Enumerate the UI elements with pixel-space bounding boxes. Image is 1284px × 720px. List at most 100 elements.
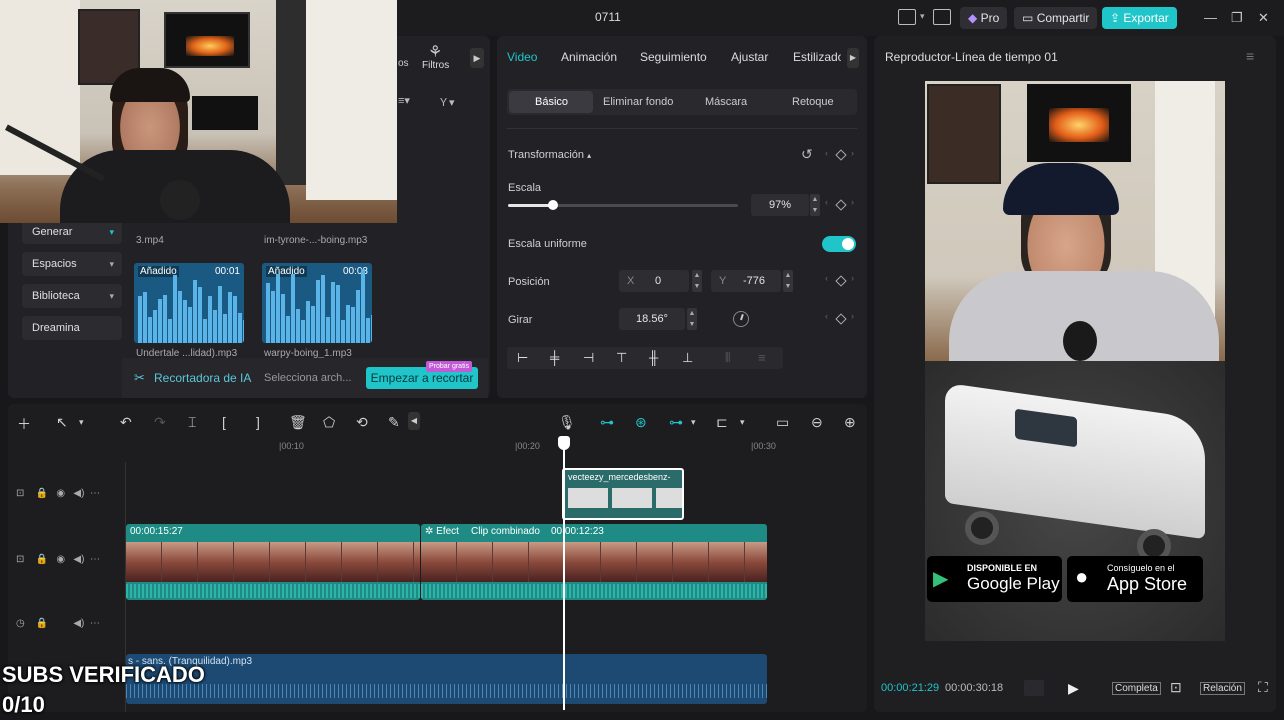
collapse-icon[interactable]: ◀ <box>408 412 420 430</box>
cover-icon[interactable]: ⊡ <box>16 554 24 565</box>
more-icon[interactable]: ⋯ <box>90 618 100 629</box>
main-clip[interactable]: 00:00:15:27 <box>126 524 420 600</box>
keyframe-icon[interactable] <box>835 313 847 325</box>
play-icon[interactable]: ▶ <box>1068 680 1079 697</box>
audio-clip-thumb[interactable]: Añadido 00:03 <box>262 263 372 343</box>
distribute-h-icon[interactable]: ⫴ <box>725 350 730 366</box>
snap-icon[interactable]: ⊶ <box>669 414 683 431</box>
time-ruler[interactable]: |00:10 |00:20 |00:30 <box>125 438 867 454</box>
select-file[interactable]: Selecciona arch... <box>264 372 351 384</box>
lock-icon[interactable]: 🔒 <box>36 488 48 499</box>
position-y-field[interactable]: Y -776 <box>711 270 781 292</box>
layout-icon[interactable] <box>898 9 916 25</box>
export-button[interactable]: ⇪ Exportar <box>1102 7 1177 29</box>
chevron-down-icon[interactable]: ▾ <box>740 417 745 428</box>
tab-partial[interactable]: os <box>398 58 409 69</box>
split-left-icon[interactable]: [ <box>222 414 226 430</box>
caption-icon[interactable]: ▭ <box>776 414 789 431</box>
scale-stepper[interactable]: ▲ ▼ <box>810 194 820 216</box>
position-x-field[interactable]: X0 <box>619 270 689 292</box>
rotate-value[interactable]: 18.56° <box>619 308 685 330</box>
align-left-icon[interactable]: ⊢ <box>517 350 528 366</box>
sidebar-item-espacios[interactable]: Espacios ▾ <box>22 252 122 276</box>
tab-animacion[interactable]: Animación <box>561 50 617 64</box>
maximize-icon[interactable]: ❐ <box>1231 10 1243 26</box>
microphone-icon[interactable]: 🎙 <box>558 414 576 431</box>
keyframe-icon[interactable] <box>835 199 847 211</box>
next-keyframe-icon[interactable]: › <box>851 273 854 283</box>
sidebar-item-generar[interactable]: Generar ▾ <box>22 220 122 244</box>
audio-icon[interactable]: ◀) <box>73 554 84 565</box>
add-track-icon[interactable]: ＋ <box>17 414 31 434</box>
audio-clip[interactable]: s - sans. (Tranquilidad).mp3 <box>126 654 767 704</box>
redo-icon[interactable]: ↷ <box>154 414 166 431</box>
tab-seguimiento[interactable]: Seguimiento <box>640 50 707 64</box>
marker-icon[interactable]: ⬠ <box>323 414 335 431</box>
prev-keyframe-icon[interactable]: ‹ <box>825 148 828 158</box>
prev-keyframe-icon[interactable]: ‹ <box>825 197 828 207</box>
menu-icon[interactable]: ≡ <box>1246 48 1254 64</box>
crop-icon[interactable]: ⟲ <box>356 414 368 431</box>
uniform-scale-toggle[interactable] <box>822 236 856 252</box>
rotation-dial[interactable] <box>733 311 749 327</box>
delete-icon[interactable]: 🗑 <box>289 414 307 431</box>
filter-icon[interactable]: Ｙ▾ <box>438 94 455 110</box>
tab-ajustar[interactable]: Ajustar <box>731 50 768 64</box>
scroll-right-icon[interactable]: ▶ <box>847 48 859 68</box>
next-keyframe-icon[interactable]: › <box>851 148 854 158</box>
preview-screen[interactable]: ▶ DISPONIBLE EN Google Play ● Consíguelo… <box>925 81 1225 641</box>
split-icon[interactable]: ⌶ <box>188 414 196 431</box>
rotate-stepper[interactable]: ▲ ▼ <box>687 308 697 330</box>
distribute-v-icon[interactable]: ≡ <box>758 350 766 365</box>
more-icon[interactable]: ⋯ <box>90 554 100 565</box>
prev-keyframe-icon[interactable]: ‹ <box>825 311 828 321</box>
full-button[interactable]: Completa <box>1112 682 1161 695</box>
sidebar-item-dreamina[interactable]: Dreamina <box>22 316 122 340</box>
split-right-icon[interactable]: ] <box>256 414 260 430</box>
timer-icon[interactable]: ◷ <box>16 618 25 629</box>
scale-slider-knob[interactable] <box>548 200 558 210</box>
eye-icon[interactable]: ◉ <box>56 554 65 565</box>
draw-icon[interactable]: ✎ <box>388 414 400 431</box>
tab-video[interactable]: Video <box>507 50 537 64</box>
next-keyframe-icon[interactable]: › <box>851 311 854 321</box>
select-tool-icon[interactable]: ↖ <box>56 414 68 431</box>
preview-axis-icon[interactable]: ⊏ <box>716 414 728 431</box>
align-center-v-icon[interactable]: ╫ <box>649 350 658 365</box>
fullscreen-icon[interactable]: ⛶ <box>1258 679 1268 696</box>
audio-icon[interactable]: ◀) <box>73 618 84 629</box>
snapshot-icon[interactable]: ⊡ <box>1170 679 1182 696</box>
audio-icon[interactable]: ◀) <box>73 488 84 499</box>
subtab-mascara[interactable]: Máscara <box>705 96 747 108</box>
more-icon[interactable]: ⋯ <box>90 488 100 499</box>
overlay-clip[interactable]: vecteezy_mercedesbenz- <box>562 468 684 520</box>
transform-label[interactable]: Transformación ▴ <box>508 149 591 161</box>
pro-button[interactable]: ◆ Pro <box>960 7 1008 29</box>
reset-icon[interactable]: ↺ <box>801 146 813 163</box>
chevron-down-icon[interactable]: ▾ <box>79 417 84 428</box>
lock-icon[interactable]: 🔒 <box>36 618 48 629</box>
magnet-icon[interactable]: ⊛ <box>635 414 647 431</box>
audio-clip-thumb[interactable]: Añadido 00:01 <box>134 263 244 343</box>
sidebar-item-biblioteca[interactable]: Biblioteca ▾ <box>22 284 122 308</box>
subtab-eliminar-fondo[interactable]: Eliminar fondo <box>603 96 673 108</box>
subtab-basico[interactable]: Básico <box>535 96 568 108</box>
position-y-stepper[interactable]: ▲ ▼ <box>783 270 793 292</box>
eye-icon[interactable]: ◉ <box>56 488 65 499</box>
keyboard-icon[interactable] <box>933 9 951 25</box>
scroll-right-icon[interactable]: ▶ <box>470 48 484 68</box>
position-x-stepper[interactable]: ▲ ▼ <box>692 270 702 292</box>
minimize-icon[interactable]: — <box>1204 10 1217 25</box>
zoom-in-icon[interactable]: ⊕ <box>844 414 856 431</box>
combined-clip[interactable]: ✲ Efect Clip combinado 00:00:12:23 <box>421 524 767 600</box>
subtab-retoque[interactable]: Retoque <box>792 96 834 108</box>
scale-slider-track[interactable] <box>508 200 738 210</box>
zoom-out-icon[interactable]: ⊖ <box>811 414 823 431</box>
close-icon[interactable]: ✕ <box>1258 10 1269 26</box>
filters-icon[interactable]: ⚘ <box>428 42 442 62</box>
chevron-down-icon[interactable]: ▾ <box>691 417 696 428</box>
align-right-icon[interactable]: ⊣ <box>583 350 594 366</box>
lock-icon[interactable]: 🔒 <box>36 554 48 565</box>
sort-icon[interactable]: ≡▾ <box>398 94 410 107</box>
timecode-icon[interactable] <box>1024 680 1044 696</box>
